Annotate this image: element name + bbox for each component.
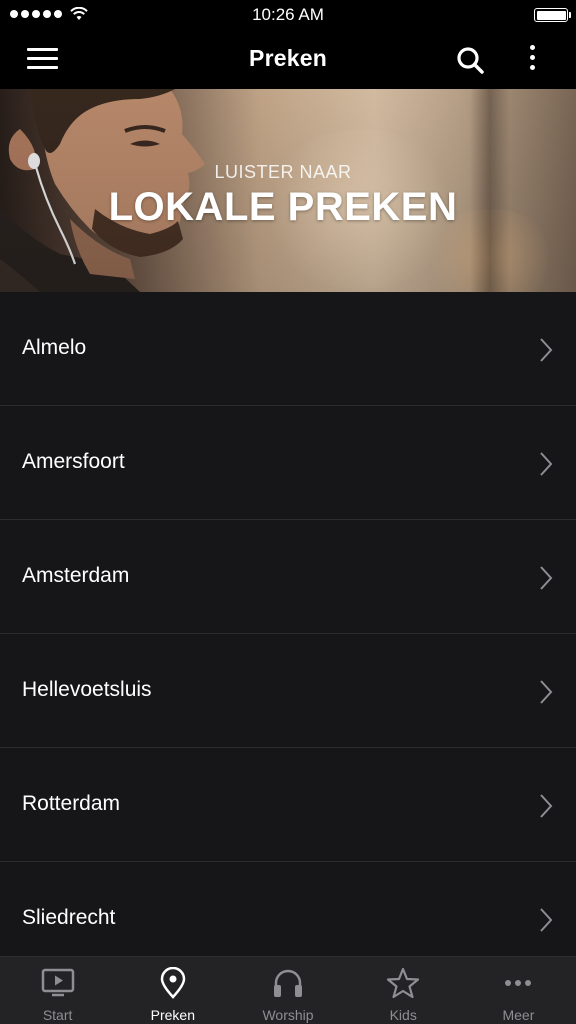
tab-label: Start	[42, 1007, 73, 1023]
nav-bar: Preken	[0, 30, 576, 89]
tab-label: Preken	[150, 1007, 195, 1023]
status-time: 10:26 AM	[252, 5, 324, 24]
tab-kids[interactable]: Kids	[346, 957, 461, 1024]
tab-worship[interactable]: Worship	[230, 957, 345, 1024]
chevron-right-icon	[540, 908, 553, 932]
tab-label: Meer	[502, 1007, 535, 1023]
tab-label: Kids	[389, 1007, 417, 1023]
list-item-amsterdam[interactable]: Amsterdam	[0, 520, 576, 634]
chevron-right-icon	[540, 566, 553, 590]
tab-preken[interactable]: Preken	[115, 957, 230, 1024]
tab-label: Worship	[262, 1007, 314, 1023]
list-item-label: Rotterdam	[22, 792, 121, 815]
chevron-right-icon	[540, 794, 553, 818]
chevron-right-icon	[540, 680, 553, 704]
battery-icon	[534, 8, 571, 22]
list-item-label: Amsterdam	[22, 564, 130, 587]
more-vertical-icon	[516, 45, 548, 70]
list-item-amersfoort[interactable]: Amersfoort	[0, 406, 576, 520]
list-item-almelo[interactable]: Almelo	[0, 292, 576, 406]
headphones-icon	[274, 969, 302, 997]
location-pin-icon	[160, 967, 186, 999]
more-options-button[interactable]	[516, 42, 548, 78]
hero-subtitle: LUISTER NAAR	[214, 162, 352, 182]
list-item-label: Amersfoort	[22, 450, 125, 473]
list-item-label: Almelo	[22, 336, 87, 359]
chevron-right-icon	[540, 338, 553, 362]
list-item-hellevoetsluis[interactable]: Hellevoetsluis	[0, 634, 576, 748]
tab-bar: Start Preken Worship Kids Meer	[0, 956, 576, 1024]
more-horizontal-icon	[505, 980, 532, 986]
status-bar: 10:26 AM	[0, 0, 576, 30]
city-list: Almelo Amersfoort Amsterdam Hellevoetslu…	[0, 292, 576, 976]
tv-play-icon	[41, 968, 74, 997]
app-screen: 10:26 AM Preken LUISTER NAAR LOKALE PREK…	[0, 0, 576, 1024]
search-icon	[457, 47, 484, 74]
list-item-label: Sliedrecht	[22, 906, 116, 929]
tab-meer[interactable]: Meer	[461, 957, 576, 1024]
list-item-label: Hellevoetsluis	[22, 678, 152, 701]
tab-start[interactable]: Start	[0, 957, 115, 1024]
star-icon	[387, 967, 420, 999]
hero-title: LOKALE PREKEN	[108, 185, 458, 229]
list-item-rotterdam[interactable]: Rotterdam	[0, 748, 576, 862]
chevron-right-icon	[540, 452, 553, 476]
search-button[interactable]	[452, 42, 488, 78]
page-title: Preken	[249, 45, 327, 71]
